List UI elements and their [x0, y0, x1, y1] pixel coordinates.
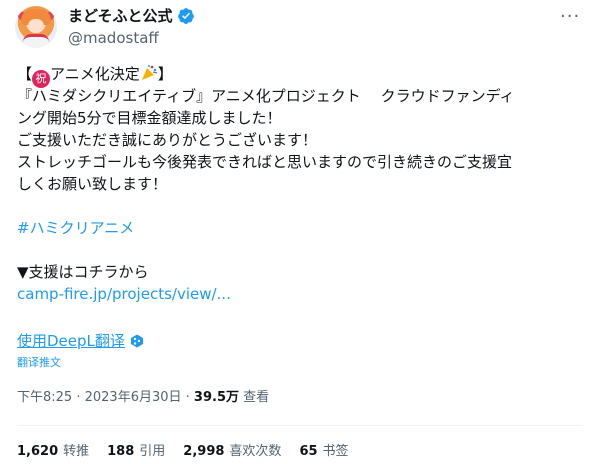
tweet: まどそふと公式 @madostaff ··· 【祝アニメ化決定】 『ハミダシクリ… [0, 0, 598, 464]
hashtag-link[interactable]: #ハミクリアニメ [17, 217, 583, 239]
meta-separator: · [185, 390, 194, 405]
bracket-close: 】 [157, 65, 173, 83]
translate-row: 使用DeepL翻译 [17, 331, 144, 351]
engagement-stats: 1,620 转推 188 引用 2,998 喜欢次数 65 书签 [17, 442, 349, 462]
meta-separator: · [76, 390, 85, 405]
retweets-label: 转推 [63, 444, 90, 459]
tweet-line-2: 『ハミダシクリエイティブ』アニメ化プロジェクト クラウドファンディ [17, 87, 515, 105]
party-popper-icon [141, 65, 157, 80]
quotes-stat[interactable]: 188 引用 [107, 442, 165, 462]
avatar[interactable] [15, 6, 57, 48]
retweets-count: 1,620 [17, 444, 59, 459]
retweets-stat[interactable]: 1,620 转推 [17, 442, 89, 462]
campfire-link[interactable]: camp-fire.jp/projects/view/... [17, 283, 583, 305]
likes-count: 2,998 [183, 444, 225, 459]
support-line: ▼支援はコチラから [17, 263, 149, 281]
author-handle[interactable]: @madostaff [68, 28, 159, 48]
announcement-text: アニメ化決定 [50, 65, 140, 83]
bookmarks-count: 65 [299, 444, 318, 459]
display-name[interactable]: まどそふと公式 [68, 6, 173, 26]
tweet-line-3: ング開始5分で目標金額達成しました！ [17, 109, 282, 127]
translate-tweet-link[interactable]: 翻译推文 [17, 356, 61, 370]
views-count: 39.5万 [193, 390, 239, 405]
author-name-row[interactable]: まどそふと公式 [68, 6, 195, 26]
tweet-text: 【祝アニメ化決定】 『ハミダシクリエイティブ』アニメ化プロジェクト クラウドファ… [17, 63, 583, 305]
deepl-icon [130, 334, 143, 348]
tweet-date[interactable]: 2023年6月30日 [85, 390, 182, 405]
tweet-line-4: ご支援いただき誠にありがとうございます！ [17, 131, 318, 149]
likes-label: 喜欢次数 [229, 444, 282, 459]
tweet-line-1: 【祝アニメ化決定】 [17, 63, 583, 88]
likes-stat[interactable]: 2,998 喜欢次数 [183, 442, 281, 462]
more-options-icon[interactable]: ··· [560, 8, 580, 26]
tweet-line-5: ストレッチゴールも今後発表できればと思いますので引き続きのご支援宜 [17, 153, 513, 171]
bookmarks-stat[interactable]: 65 书签 [299, 442, 348, 462]
bracket-open: 【 [17, 65, 33, 83]
quotes-count: 188 [107, 444, 135, 459]
quotes-label: 引用 [139, 444, 166, 459]
verified-badge-icon [177, 8, 194, 24]
bookmarks-label: 书签 [322, 444, 349, 459]
divider [17, 425, 583, 426]
translate-deepl-link[interactable]: 使用DeepL翻译 [17, 331, 125, 351]
tweet-time[interactable]: 下午8:25 [17, 390, 72, 405]
tweet-meta: 下午8:25 · 2023年6月30日 · 39.5万 查看 [17, 388, 269, 408]
tweet-line-6: しくお願い致します！ [17, 175, 168, 193]
views-label: 查看 [243, 390, 270, 405]
